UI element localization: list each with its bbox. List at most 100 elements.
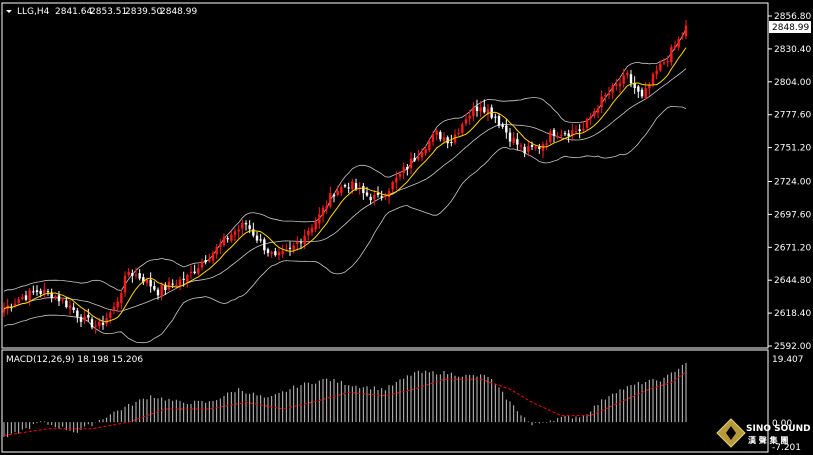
candle-body xyxy=(527,146,530,152)
candle-body xyxy=(494,116,497,118)
candle-body xyxy=(263,239,266,251)
candle-body xyxy=(530,145,534,147)
candle-body xyxy=(270,252,273,254)
candle-body xyxy=(596,108,600,113)
candle-body xyxy=(61,299,64,301)
candle-body xyxy=(376,193,380,195)
candle-body xyxy=(549,131,552,142)
candle-body xyxy=(560,134,563,136)
candle-body xyxy=(39,290,42,294)
candle-body xyxy=(362,186,365,194)
candle-body xyxy=(618,83,622,86)
candle-body xyxy=(182,278,185,280)
logo-title: SINO SOUND xyxy=(746,424,811,434)
candle-body xyxy=(138,273,141,279)
candle-body xyxy=(292,245,295,250)
candle-body xyxy=(644,88,647,99)
candle-body xyxy=(545,143,548,145)
candle-body xyxy=(288,247,292,249)
candle-body xyxy=(395,177,398,183)
candle-body xyxy=(318,214,321,224)
candle-body xyxy=(501,124,504,127)
candle-body xyxy=(266,249,270,253)
candle-body xyxy=(186,274,189,282)
candle-body xyxy=(68,305,72,309)
candle-body xyxy=(523,146,526,154)
candle-body xyxy=(160,285,163,297)
candle-body xyxy=(406,166,409,170)
candle-body xyxy=(461,124,464,133)
candle-body xyxy=(607,93,611,96)
candle-body xyxy=(468,115,471,119)
candle-body xyxy=(435,130,438,135)
candle-body xyxy=(428,140,431,151)
candle-body xyxy=(629,74,633,84)
candle-body xyxy=(329,193,332,207)
candle-body xyxy=(226,238,229,240)
candle-body xyxy=(222,236,226,246)
candle-body xyxy=(343,185,347,187)
candle-body xyxy=(512,137,515,144)
candle-body xyxy=(464,119,468,124)
candle-body xyxy=(17,299,20,304)
candle-body xyxy=(303,235,306,245)
candle-body xyxy=(241,222,244,229)
candle-body xyxy=(538,146,541,149)
candle-body xyxy=(109,312,112,318)
candle-body xyxy=(593,111,596,117)
candle-body xyxy=(413,157,416,161)
candle-body xyxy=(156,289,160,296)
candle-body xyxy=(28,290,31,301)
candle-body xyxy=(479,107,482,112)
candle-body xyxy=(116,301,119,308)
candle-body xyxy=(505,125,508,133)
candle-body xyxy=(519,145,523,147)
ohlc-high: 2853.51 xyxy=(90,7,127,17)
candle-body xyxy=(472,107,475,117)
candle-body xyxy=(380,196,383,198)
price-tick-label: 2777.60 xyxy=(774,111,811,121)
candle-body xyxy=(604,95,607,97)
candle-body xyxy=(167,281,171,290)
price-tick-label: 2697.60 xyxy=(774,210,811,220)
candle-body xyxy=(567,133,570,137)
candle-body xyxy=(556,135,559,138)
candle-body xyxy=(677,39,680,48)
candle-body xyxy=(123,275,127,293)
candle-body xyxy=(244,223,248,225)
candle-body xyxy=(83,316,86,321)
candle-body xyxy=(72,307,75,310)
candle-body xyxy=(681,36,684,38)
chart: LLG,H4 2841.64 2853.51 2839.50 2848.99 2… xyxy=(0,0,813,455)
candle-body xyxy=(615,84,618,87)
candle-body xyxy=(204,260,207,263)
candle-body xyxy=(673,45,677,49)
candle-body xyxy=(439,131,442,140)
candle-body xyxy=(420,152,424,158)
candle-body xyxy=(347,187,350,189)
candle-body xyxy=(662,62,666,64)
logo-subtitle: 漢 聲 集 團 xyxy=(748,435,788,445)
candle-body xyxy=(457,132,460,134)
price-tick-label: 2592.00 xyxy=(774,342,811,352)
candle-body xyxy=(215,246,218,255)
candle-body xyxy=(274,251,277,256)
candle-body xyxy=(637,86,640,92)
candle-body xyxy=(321,207,325,216)
ohlc-open: 2841.64 xyxy=(55,7,92,17)
candle-body xyxy=(508,132,512,142)
candle-body xyxy=(398,173,402,177)
candle-body xyxy=(259,239,262,241)
candle-body xyxy=(233,231,237,235)
candle-body xyxy=(299,242,303,244)
candle-body xyxy=(13,303,17,306)
candle-body xyxy=(175,284,178,286)
candle-body xyxy=(314,221,317,230)
price-tick-label: 2724.00 xyxy=(774,177,811,187)
candle-body xyxy=(684,25,688,37)
candle-body xyxy=(32,291,35,293)
candle-body xyxy=(611,85,614,93)
macd-tick-label: 19.407 xyxy=(772,355,804,365)
candle-body xyxy=(90,319,94,328)
candle-body xyxy=(120,293,123,303)
